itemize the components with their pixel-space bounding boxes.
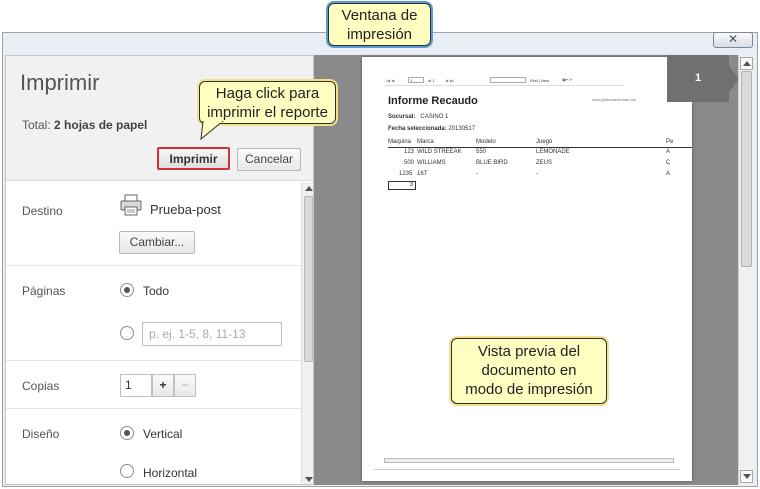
cell: LEMONADE	[536, 149, 570, 155]
col-marca: Marca	[417, 139, 434, 145]
report-date-value: 20130517	[448, 126, 476, 132]
report-toolbar: |◀ ◀ 1 of 1 ▶ ▶| Find | Next ▣▾ ⟳	[384, 76, 624, 86]
cell: BLUE BIRD	[476, 160, 508, 166]
screenshot-root: ✕ Imprimir Total: 2 hojas de papel Impri…	[0, 0, 760, 489]
scrollbar-thumb[interactable]	[304, 196, 313, 362]
window-callout: Ventana de impresión	[328, 3, 431, 46]
col-juego: Juego	[536, 139, 553, 145]
pages-all-radio[interactable]	[120, 283, 134, 297]
report-find-input	[490, 77, 526, 83]
scroll-up-icon[interactable]	[305, 186, 313, 191]
scroll-down-icon[interactable]	[305, 477, 313, 482]
cell: 1235	[399, 171, 413, 177]
change-destination-button[interactable]: Cambiar...	[119, 231, 195, 254]
layout-vertical-radio[interactable]	[120, 426, 134, 440]
copies-decrement-button[interactable]: −	[174, 374, 196, 397]
close-button[interactable]: ✕	[713, 32, 753, 48]
cell: 123	[404, 149, 415, 155]
table-header-line	[388, 147, 692, 148]
dialog-title: Imprimir	[20, 70, 100, 95]
next-page-icon: ▶ ▶|	[446, 78, 455, 83]
cell: WILLIAMS	[417, 160, 446, 166]
print-preview-area: |◀ ◀ 1 of 1 ▶ ▶| Find | Next ▣▾ ⟳ Inform…	[314, 55, 738, 485]
print-button[interactable]: Imprimir	[157, 147, 230, 170]
report-page-of: of 1	[428, 78, 435, 83]
copies-label: Copias	[22, 379, 60, 393]
cell: -	[476, 171, 478, 177]
cell: WILD STREEAK	[417, 149, 462, 155]
export-icon: ▣▾ ⟳	[562, 77, 573, 82]
scroll-up-icon	[743, 61, 751, 66]
report-title: Informe Recaudo	[388, 95, 478, 107]
window-callout-line: impresión	[346, 26, 413, 43]
report-page-input: 1	[408, 77, 424, 83]
scroll-down-icon	[743, 474, 751, 479]
preview-page: |◀ ◀ 1 of 1 ▶ ▶| Find | Next ▣▾ ⟳ Inform…	[362, 57, 692, 481]
total-label: Total:	[22, 118, 51, 132]
destination-label: Destino	[22, 204, 63, 218]
cell: 500	[404, 160, 415, 166]
layout-horizontal-radio[interactable]	[120, 464, 134, 478]
settings-scrollbar[interactable]	[301, 182, 313, 484]
layout-label: Diseño	[22, 427, 60, 441]
print-callout: Haga click para imprimir el reporte	[199, 81, 336, 124]
report-hscroll	[384, 458, 674, 463]
copies-increment-button[interactable]: +	[152, 374, 174, 397]
cell: A	[666, 149, 671, 155]
close-icon: ✕	[727, 32, 739, 46]
divider	[6, 265, 301, 266]
total-value: 2 hojas de papel	[54, 118, 148, 132]
copies-input[interactable]: 1	[120, 374, 152, 397]
cell: 16T	[417, 171, 428, 177]
report-branch-value: CASINO 1	[420, 114, 449, 120]
printer-icon	[120, 194, 142, 216]
cancel-button[interactable]: Cancelar	[237, 148, 301, 171]
layout-vertical-label: Vertical	[143, 427, 183, 441]
report-date-label: Fecha seleccionada:	[388, 126, 447, 132]
pages-all-label: Todo	[143, 284, 170, 298]
cell: A	[666, 171, 671, 177]
pages-label: Páginas	[22, 284, 66, 298]
preview-callout-line: modo de impresión	[465, 381, 593, 398]
cell: -	[536, 171, 538, 177]
report-branch-label: Sucursal:	[388, 114, 416, 120]
pages-range-input[interactable]: p. ej. 1-5, 8, 11-13	[142, 322, 282, 346]
scroll-up-button[interactable]	[740, 57, 753, 70]
report-date: Fecha seleccionada: 20130517	[388, 126, 475, 132]
window-callout-line: Ventana de	[341, 7, 418, 24]
cell: ZEUS	[536, 160, 553, 166]
page-number-badge: 1	[667, 55, 729, 102]
scrollbar-thumb[interactable]	[741, 71, 752, 267]
col-pe: Pe	[666, 139, 674, 145]
preview-callout-line: Vista previa del	[477, 343, 581, 360]
cell: C	[666, 160, 671, 166]
total-sheets: Total: 2 hojas de papel	[22, 118, 147, 132]
scroll-down-button[interactable]	[740, 470, 753, 483]
col-maquina: Maquina	[388, 139, 412, 145]
divider	[6, 360, 301, 361]
report-site: www.globussistemas.net	[592, 97, 636, 102]
report-find: Find | Next	[530, 78, 550, 83]
printer-name: Prueba-post	[150, 202, 221, 217]
layout-horizontal-label: Horizontal	[143, 466, 198, 480]
print-callout-line: imprimir el reporte	[207, 104, 328, 121]
print-callout-line: Haga click para	[215, 85, 320, 102]
print-callout-tail	[200, 121, 224, 141]
divider	[6, 408, 301, 409]
preview-callout: Vista previa del documento en modo de im…	[451, 338, 607, 404]
preview-callout-line: documento en	[481, 362, 577, 379]
total-cell: 3	[388, 181, 416, 190]
preview-scrollbar[interactable]	[738, 55, 754, 485]
pages-range-radio[interactable]	[120, 326, 134, 340]
first-page-icon: |◀ ◀	[386, 78, 395, 83]
col-modelo: Modelo	[476, 139, 496, 145]
cell: 550	[476, 149, 487, 155]
settings-list: Destino Prueba-post Cambiar... Páginas T…	[6, 182, 301, 484]
report-branch: Sucursal: CASINO 1	[388, 114, 448, 120]
footer-line	[374, 469, 680, 470]
